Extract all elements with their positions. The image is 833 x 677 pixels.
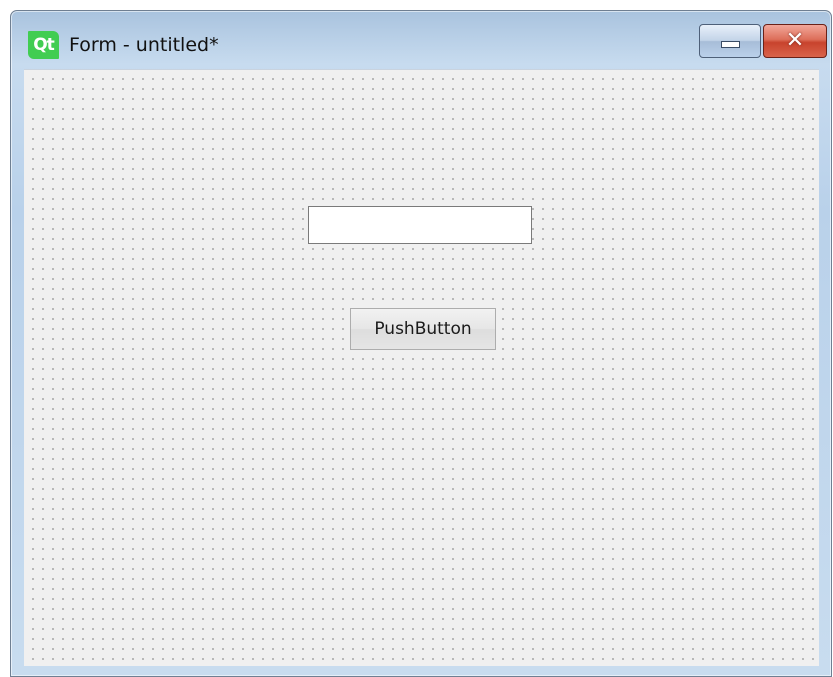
minimize-button[interactable] bbox=[699, 24, 761, 58]
designer-form-window: Qt Form - untitled* ✕ PushButton bbox=[10, 10, 832, 677]
form-canvas[interactable]: PushButton bbox=[24, 69, 819, 666]
close-button[interactable]: ✕ bbox=[763, 24, 827, 58]
close-icon: ✕ bbox=[785, 28, 805, 53]
window-title: Form - untitled* bbox=[69, 34, 219, 56]
push-button[interactable]: PushButton bbox=[350, 308, 496, 350]
qt-logo-icon: Qt bbox=[28, 31, 59, 59]
line-edit-input[interactable] bbox=[308, 206, 532, 244]
title-bar[interactable]: Qt Form - untitled* ✕ bbox=[11, 11, 831, 69]
minimize-icon bbox=[720, 41, 740, 48]
